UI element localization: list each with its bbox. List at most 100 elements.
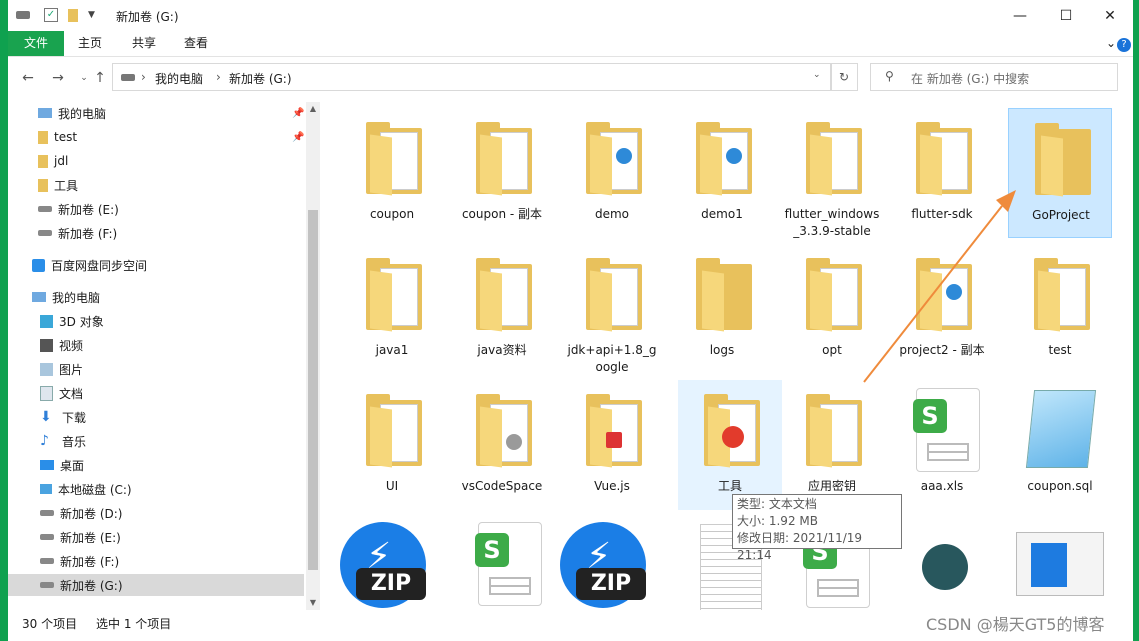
3d-objects-icon (40, 314, 53, 328)
maximize-button[interactable]: ☐ (1043, 0, 1089, 31)
address-row: ← → ⌄ ↑ › 我的电脑 › 新加卷 (G:) ⌄ ↻ ⚲ 在 新加卷 (G… (8, 57, 1133, 99)
breadcrumb-separator-icon: › (216, 70, 221, 84)
nav-item-drive-e-pinned[interactable]: 新加卷 (E:) (8, 198, 334, 220)
documents-icon (40, 385, 53, 401)
nav-item-label: 我的电脑 (58, 106, 107, 121)
help-button[interactable]: ? (1117, 38, 1131, 52)
video-icon (40, 338, 53, 352)
scroll-up-icon[interactable]: ▲ (306, 102, 320, 116)
tab-view[interactable]: 查看 (174, 31, 218, 56)
customize-chevron-icon[interactable]: ▼ (88, 10, 95, 20)
nav-item-label: test (54, 130, 78, 144)
breadcrumb-drive-g[interactable]: 新加卷 (G:) (229, 70, 292, 87)
properties-icon[interactable]: ✓ (44, 8, 58, 22)
tab-home[interactable]: 主页 (68, 31, 112, 56)
folder-icon (38, 130, 48, 144)
nav-item-documents[interactable]: 文档 (8, 382, 336, 404)
nav-item-music[interactable]: ♪ 音乐 (8, 430, 336, 452)
scrollbar-thumb[interactable] (308, 210, 318, 570)
drive-icon (38, 206, 52, 212)
address-dropdown-chevron-icon[interactable]: ⌄ (813, 70, 821, 80)
nav-item-pictures[interactable]: 图片 (8, 358, 336, 380)
nav-item-label: 工具 (54, 178, 79, 193)
drive-icon (40, 534, 54, 540)
search-icon: ⚲ (885, 69, 894, 83)
window-title: 新加卷 (G:) (116, 10, 179, 24)
navigation-pane: 我的电脑 📌 test 📌 jdl 工具 新加卷 (E:) 新加卷 (F:) 百度网… (8, 100, 320, 610)
nav-item-test[interactable]: test 📌 (8, 126, 334, 148)
nav-item-label: 本地磁盘 (C:) (58, 482, 132, 497)
annotation-arrow (863, 190, 1016, 383)
folder-icon (38, 154, 48, 168)
scroll-down-icon[interactable]: ▼ (306, 596, 320, 610)
drive-icon (121, 74, 135, 81)
minimize-button[interactable]: — (997, 0, 1043, 31)
item-count: 30 个项目 (22, 617, 78, 631)
nav-item-drive-f[interactable]: 新加卷 (F:) (8, 550, 336, 572)
music-icon: ♪ (40, 433, 49, 449)
nav-item-label: 新加卷 (F:) (60, 554, 120, 569)
nav-item-drive-d[interactable]: 新加卷 (D:) (8, 502, 336, 524)
forward-arrow-icon[interactable]: → (48, 68, 68, 88)
nav-item-computer[interactable]: 我的电脑 (8, 286, 328, 308)
ribbon-tabs: 文件 主页 共享 查看 ⌄ ? (8, 31, 1133, 57)
nav-item-3d-objects[interactable]: 3D 对象 (8, 310, 336, 332)
pin-icon[interactable]: 📌 (292, 108, 304, 119)
pictures-icon (40, 362, 53, 376)
file-grid: coupon coupon - 副本 demo demo1 flutter_wi… (326, 100, 1133, 610)
refresh-button[interactable]: ↻ (830, 63, 858, 91)
nav-item-label: 下载 (62, 410, 87, 425)
nav-item-label: 视频 (59, 338, 84, 353)
search-input[interactable]: ⚲ 在 新加卷 (G:) 中搜索 (870, 63, 1118, 91)
nav-item-computer-pinned[interactable]: 我的电脑 📌 (8, 102, 334, 124)
pin-icon[interactable]: 📌 (292, 132, 304, 143)
tab-share[interactable]: 共享 (122, 31, 166, 56)
tooltip-size: 大小: 1.92 MB (737, 514, 818, 528)
nav-item-label: 百度网盘同步空间 (51, 258, 148, 273)
tooltip-type: 类型: 文本文档 (737, 497, 817, 511)
nav-item-drive-f-pinned[interactable]: 新加卷 (F:) (8, 222, 334, 244)
drive-icon (16, 11, 30, 19)
folder-icon (38, 178, 48, 192)
windows-drive-icon (40, 484, 52, 494)
nav-item-label: 新加卷 (F:) (58, 226, 118, 241)
nav-item-downloads[interactable]: ⬇ 下载 (8, 406, 336, 428)
nav-item-label: 我的电脑 (52, 290, 101, 305)
nav-item-label: 文档 (59, 386, 84, 401)
file-tooltip: 类型: 文本文档 大小: 1.92 MB 修改日期: 2021/11/19 21… (732, 494, 902, 562)
tab-file[interactable]: 文件 (8, 31, 64, 56)
nav-item-drive-g[interactable]: 新加卷 (G:) (8, 574, 304, 596)
title-bar: ✓ ▼ 新加卷 (G:) — ☐ ✕ (8, 0, 1133, 31)
address-bar[interactable]: › 我的电脑 › 新加卷 (G:) ⌄ (112, 63, 832, 91)
nav-item-label: 图片 (59, 362, 84, 377)
help-icon[interactable]: ? (1116, 31, 1132, 56)
nav-item-label: 新加卷 (E:) (60, 530, 121, 545)
window-frame: ✓ ▼ 新加卷 (G:) — ☐ ✕ 文件 主页 共享 查看 ⌄ ? ← → ⌄… (0, 0, 1139, 641)
close-button[interactable]: ✕ (1087, 0, 1133, 31)
nav-item-desktop[interactable]: 桌面 (8, 454, 336, 476)
computer-icon (32, 292, 46, 302)
nav-item-label: 新加卷 (E:) (58, 202, 119, 217)
download-icon: ⬇ (40, 409, 52, 425)
up-arrow-icon[interactable]: ↑ (90, 68, 110, 88)
nav-item-videos[interactable]: 视频 (8, 334, 336, 356)
nav-item-drive-e[interactable]: 新加卷 (E:) (8, 526, 336, 548)
baidu-icon (32, 258, 45, 272)
tooltip-modified: 修改日期: 2021/11/19 21:14 (737, 531, 863, 562)
new-folder-icon[interactable] (68, 8, 78, 22)
nav-item-drive-c[interactable]: 本地磁盘 (C:) (8, 478, 336, 500)
nav-item-label: 桌面 (60, 458, 85, 473)
nav-item-baidu-sync[interactable]: 百度网盘同步空间 (8, 254, 328, 276)
nav-item-label: jdl (54, 154, 69, 168)
nav-scrollbar[interactable]: ▲ ▼ (306, 102, 320, 610)
quick-access-toolbar: ✓ ▼ (16, 7, 95, 23)
drive-icon (40, 558, 54, 564)
nav-item-jdl[interactable]: jdl (8, 150, 334, 172)
computer-icon (38, 108, 52, 118)
nav-item-label: 新加卷 (D:) (60, 506, 123, 521)
nav-item-tools[interactable]: 工具 (8, 174, 334, 196)
selection-count: 选中 1 个项目 (96, 617, 172, 631)
breadcrumb-computer[interactable]: 我的电脑 (155, 70, 203, 87)
drive-icon (40, 510, 54, 516)
back-arrow-icon[interactable]: ← (18, 68, 38, 88)
